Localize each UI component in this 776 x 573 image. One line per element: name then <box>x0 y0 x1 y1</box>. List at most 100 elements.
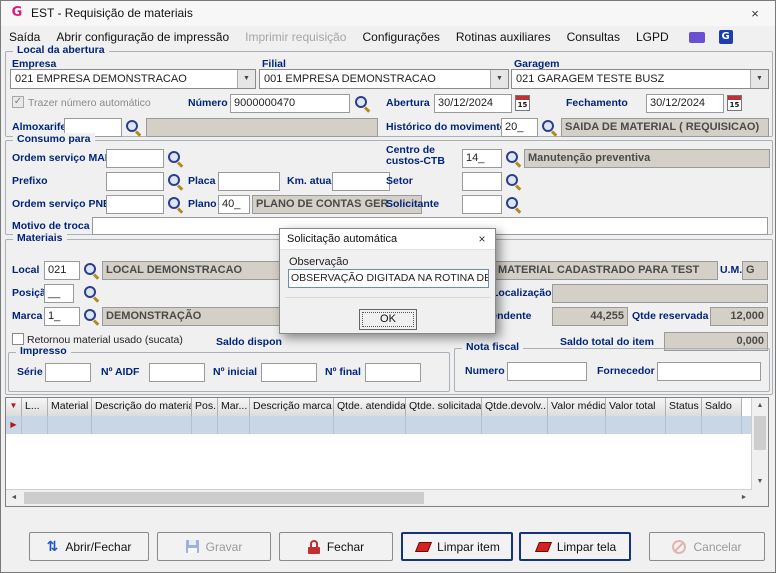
grid-col-header[interactable]: Descrição do material <box>92 398 192 416</box>
grid-col-header[interactable]: Qtde. atendida <box>334 398 406 416</box>
limpar-tela-button[interactable]: Limpar tela <box>519 532 631 561</box>
setor-search-icon[interactable] <box>505 173 521 189</box>
ok-button[interactable]: OK <box>359 309 417 330</box>
grid-col-header[interactable]: Pos. <box>192 398 218 416</box>
menu-abrir-configuracao-impressao[interactable]: Abrir configuração de impressão <box>48 30 237 44</box>
grid-col-header[interactable]: Valor médio <box>548 398 606 416</box>
grid-cell <box>606 416 666 434</box>
limpar-tela-label: Limpar tela <box>556 539 617 554</box>
marca-search-icon[interactable] <box>83 308 99 324</box>
numero-final-field[interactable] <box>365 363 421 382</box>
serie-field[interactable] <box>45 363 91 382</box>
scroll-down-icon[interactable]: ▼ <box>752 474 768 490</box>
nf-numero-field[interactable] <box>507 362 587 381</box>
historico-search-icon[interactable] <box>541 119 557 135</box>
dialog-title: Solicitação automática <box>280 229 495 250</box>
garagem-combobox[interactable]: 021 GARAGEM TESTE BUSZ ▼ <box>511 69 769 89</box>
menu-rotinas-auxiliares[interactable]: Rotinas auxiliares <box>448 30 559 44</box>
horizontal-scrollbar[interactable]: ◄ ► <box>6 489 752 506</box>
menu-lgpd[interactable]: LGPD <box>628 30 677 44</box>
items-grid: ▼ L... Material Descrição do material Po… <box>5 397 769 507</box>
solicitante-label: Solicitante <box>386 198 440 210</box>
marca-label: Marca <box>12 310 43 322</box>
menu-configuracoes[interactable]: Configurações <box>354 30 447 44</box>
filial-combobox[interactable]: 001 EMPRESA DEMONSTRACAO ▼ <box>259 69 509 89</box>
scroll-up-icon[interactable]: ▲ <box>752 398 768 414</box>
posicao-search-icon[interactable] <box>83 285 99 301</box>
limpar-item-button[interactable]: Limpar item <box>401 532 513 561</box>
window-close-icon[interactable]: × <box>735 1 775 26</box>
ordem-servico-man-field[interactable] <box>106 149 164 168</box>
grid-col-header[interactable]: L... <box>22 398 48 416</box>
menu-consultas[interactable]: Consultas <box>559 30 628 44</box>
fechamento-calendar-icon[interactable]: 15 <box>727 95 742 111</box>
prefixo-label: Prefixo <box>12 175 48 187</box>
dialog-close-icon[interactable]: × <box>469 229 495 249</box>
historico-code-field[interactable]: 20_ <box>501 118 538 137</box>
centro-custos-code-field[interactable]: 14_ <box>462 149 502 168</box>
lock-icon <box>307 539 320 554</box>
nf-fornecedor-field[interactable] <box>657 362 761 381</box>
aidf-field[interactable] <box>149 363 205 382</box>
retornou-sucata-checkbox[interactable] <box>12 333 24 345</box>
eraser-icon <box>414 541 430 552</box>
numero-search-icon[interactable] <box>354 95 370 111</box>
grid-col-header[interactable]: Mar... <box>218 398 250 416</box>
solicitante-field[interactable] <box>462 195 502 214</box>
grid-col-header[interactable]: Valor total <box>606 398 666 416</box>
grid-col-header[interactable]: Descrição marca <box>250 398 334 416</box>
grid-col-header[interactable]: Material <box>48 398 92 416</box>
ordem-servico-pne-field[interactable] <box>106 195 164 214</box>
grid-cell <box>702 416 742 434</box>
globus-icon[interactable]: G <box>718 30 733 44</box>
historico-desc-field: SAIDA DE MATERIAL ( REQUISICAO) <box>561 118 769 137</box>
almoxarife-search-icon[interactable] <box>125 119 141 135</box>
numero-field[interactable]: 9000000470 <box>230 94 350 113</box>
fechamento-date-field[interactable]: 30/12/2024 <box>646 94 724 113</box>
prefixo-field[interactable] <box>106 172 164 191</box>
chat-icon[interactable] <box>688 31 705 43</box>
km-atual-field[interactable] <box>332 172 390 191</box>
numero-inicial-field[interactable] <box>261 363 317 382</box>
abertura-calendar-icon[interactable]: 15 <box>515 95 530 111</box>
grid-col-header[interactable]: Qtde.devolv... <box>482 398 548 416</box>
plano-code-field[interactable]: 40_ <box>218 195 250 214</box>
localizacao-field <box>552 284 768 303</box>
fechar-button[interactable]: Fechar <box>279 532 393 561</box>
saldo-total-label: Saldo total do item <box>560 336 654 348</box>
os-pne-search-icon[interactable] <box>167 196 183 212</box>
numero-final-label: Nº final <box>325 366 361 378</box>
centro-custos-search-icon[interactable] <box>505 150 521 166</box>
local-code-field[interactable]: 021 <box>44 261 80 280</box>
group-consumo-para: Consumo para Ordem serviço MAN Centro de… <box>5 133 773 235</box>
menu-saida[interactable]: Saída <box>1 30 48 44</box>
empresa-combobox[interactable]: 021 EMPRESA DEMONSTRACAO ▼ <box>10 69 256 89</box>
abertura-date-field[interactable]: 30/12/2024 <box>434 94 512 113</box>
local-search-icon[interactable] <box>83 262 99 278</box>
horizontal-scroll-thumb[interactable] <box>24 492 424 504</box>
calendar-day: 15 <box>517 101 528 109</box>
grid-header: ▼ L... Material Descrição do material Po… <box>6 398 752 417</box>
setor-label: Setor <box>386 175 413 187</box>
scroll-left-icon[interactable]: ◄ <box>6 490 22 506</box>
grid-col-header[interactable]: Status <box>666 398 702 416</box>
placa-field[interactable] <box>218 172 280 191</box>
grid-col-header[interactable]: Saldo <box>702 398 742 416</box>
vertical-scroll-thumb[interactable] <box>754 416 766 450</box>
grid-row-marker-icon: ▶ <box>6 416 22 434</box>
gravar-button: Gravar <box>157 532 271 561</box>
grid-col-header[interactable]: Qtde. solicitada <box>406 398 482 416</box>
posicao-field[interactable]: __ <box>44 284 74 303</box>
um-label: U.M. <box>720 264 743 276</box>
prefixo-search-icon[interactable] <box>167 173 183 189</box>
solicitante-search-icon[interactable] <box>505 196 521 212</box>
setor-field[interactable] <box>462 172 502 191</box>
abrir-fechar-button[interactable]: ⇅ Abrir/Fechar <box>29 532 149 561</box>
cancelar-button: Cancelar <box>649 532 765 561</box>
grid-selected-row[interactable]: ▶ <box>6 416 752 434</box>
observacao-input[interactable]: OBSERVAÇÃO DIGITADA NA ROTINA DE <box>288 269 489 288</box>
vertical-scrollbar[interactable]: ▲ ▼ <box>751 398 768 490</box>
os-man-search-icon[interactable] <box>167 150 183 166</box>
marca-code-field[interactable]: 1_ <box>44 307 80 326</box>
scroll-right-icon[interactable]: ► <box>736 490 752 506</box>
